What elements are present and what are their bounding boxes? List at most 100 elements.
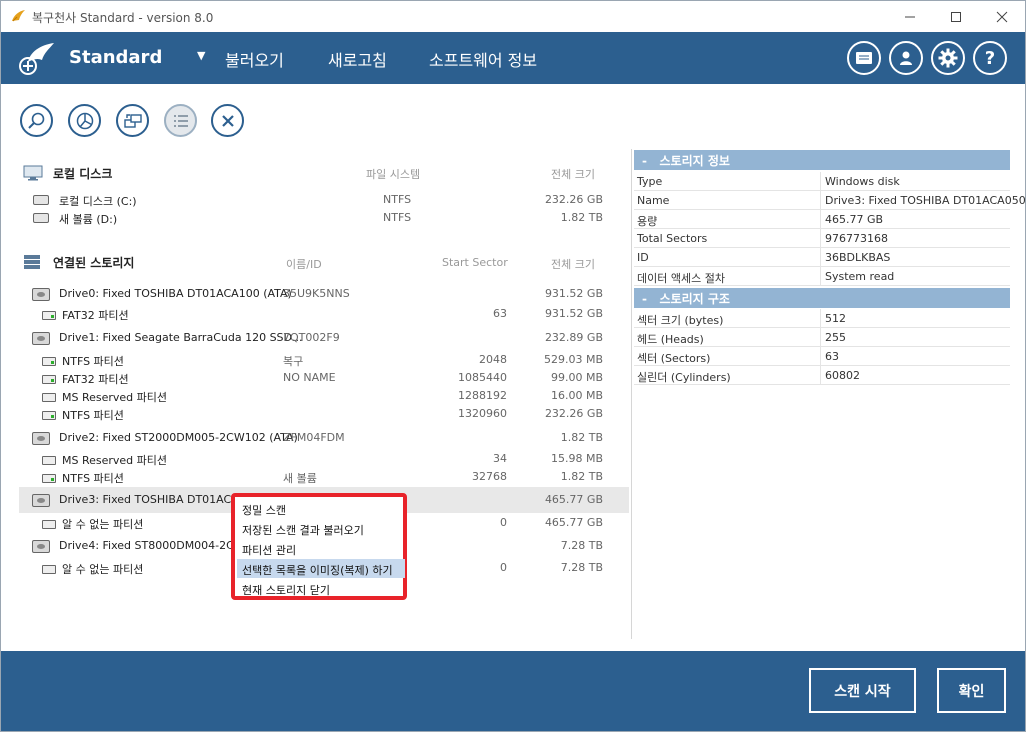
storage-structure-value: 63 [825, 350, 839, 363]
context-menu-item-label: 정밀 스캔 [242, 504, 286, 517]
context-menu: 정밀 스캔저장된 스캔 결과 불러오기 파티션 관리선택한 목록을 이미징(복제)… [231, 493, 407, 600]
footer-bar: 스캔 시작 확인 [1, 651, 1025, 731]
drive-row[interactable]: Drive2: Fixed ST2000DM005-2CW102 (ATA) ZF… [19, 429, 629, 447]
partition-icon [42, 565, 56, 574]
local-disk-name: 새 볼륨 (D:) [59, 213, 118, 226]
storage-info-value: Windows disk [825, 175, 900, 188]
column-divider [820, 229, 821, 248]
storage-structure-label: 스토리지 구조 [659, 292, 730, 306]
minimize-button[interactable] [887, 1, 933, 32]
account-button[interactable] [889, 41, 923, 75]
context-menu-item[interactable]: 정밀 스캔 [237, 499, 405, 518]
partition-name: NTFS 파티션 [62, 355, 124, 368]
close-window-button[interactable] [979, 1, 1025, 32]
local-disk-row[interactable]: 새 볼륨 (D:) NTFS 1.82 TB [19, 209, 629, 227]
start-scan-button[interactable]: 스캔 시작 [809, 668, 916, 713]
panel-divider [631, 149, 632, 639]
maximize-button[interactable] [933, 1, 979, 32]
partition-name: MS Reserved 파티션 [62, 391, 168, 404]
partition-row[interactable]: NTFS 파티션 새 볼륨 32768 1.82 TB [19, 468, 629, 486]
partition-row[interactable]: MS Reserved 파티션 1288192 16.00 MB [19, 387, 629, 405]
partition-toolbar-button[interactable] [68, 104, 101, 137]
context-menu-item[interactable]: 저장된 스캔 결과 불러오기 [237, 519, 405, 538]
start-sector: 0 [500, 561, 507, 574]
list-icon [173, 114, 188, 127]
storage-structure-value: 255 [825, 331, 846, 344]
hard-drive-icon [32, 332, 50, 345]
local-disk-title: 로컬 디스크 [53, 167, 113, 181]
drive-name: Drive1: Fixed Seagate BarraCuda 120 SSD.… [59, 331, 303, 344]
start-sector: 1085440 [458, 371, 507, 384]
storage-info-header[interactable]: - 스토리지 정보 [634, 150, 1010, 170]
local-disk-size: 232.26 GB [544, 193, 603, 206]
partition-icon [42, 375, 56, 384]
scan-toolbar-button[interactable] [20, 104, 53, 137]
settings-button[interactable] [931, 41, 965, 75]
storage-info-key: Type [637, 175, 663, 188]
menu-open[interactable]: 불러오기 [225, 47, 284, 71]
storage-structure-header[interactable]: - 스토리지 구조 [634, 288, 1010, 308]
partition-name: NTFS 파티션 [62, 472, 124, 485]
edition-dropdown-icon[interactable]: ▼ [197, 49, 205, 62]
storage-info-row: Name Drive3: Fixed TOSHIBA DT01ACA050 [634, 191, 1025, 210]
connected-storage-title: 연결된 스토리지 [53, 256, 135, 270]
context-menu-item[interactable]: 현재 스토리지 닫기 [237, 579, 405, 598]
storage-info-row: Total Sectors 976773168 [634, 229, 1010, 248]
column-divider [820, 172, 821, 191]
image-toolbar-button[interactable] [116, 104, 149, 137]
hard-drive-icon [32, 432, 50, 445]
ok-button[interactable]: 확인 [937, 668, 1006, 713]
monitor-icon [23, 165, 43, 181]
col-header-start-sector: Start Sector [442, 256, 508, 269]
total-size: 232.26 GB [544, 407, 603, 420]
partition-row[interactable]: NTFS 파티션 복구 2048 529.03 MB [19, 351, 629, 369]
storage-info-key: Name [637, 194, 670, 207]
storage-info-row: ID 36BDLKBAS [634, 248, 1010, 267]
partition-row[interactable]: NTFS 파티션 1320960 232.26 GB [19, 405, 629, 423]
col-header-id: 이름/ID [286, 258, 322, 271]
drive-row[interactable]: Drive1: Fixed Seagate BarraCuda 120 SSD.… [19, 329, 629, 347]
total-size: 1.82 TB [560, 470, 603, 483]
context-menu-item[interactable]: 선택한 목록을 이미징(복제) 하기 [237, 559, 405, 578]
context-menu-item-label: 선택한 목록을 이미징(복제) 하기 [242, 564, 393, 577]
storage-info-value: 36BDLKBAS [825, 251, 891, 264]
list-toolbar-button[interactable] [164, 104, 197, 137]
col-header-size: 전체 크기 [551, 168, 595, 181]
column-divider [820, 347, 821, 366]
start-sector: 1288192 [458, 389, 507, 402]
local-disk-size: 1.82 TB [560, 211, 603, 224]
storage-info-value: 465.77 GB [825, 213, 884, 226]
drive-row[interactable]: Drive0: Fixed TOSHIBA DT01ACA100 (ATA) 35… [19, 285, 629, 303]
col-header-total-size: 전체 크기 [551, 258, 595, 271]
app-header: Standard ▼ 불러오기 새로고침 소프트웨어 정보 ? [1, 32, 1025, 84]
partition-row[interactable]: FAT32 파티션 63 931.52 GB [19, 305, 629, 323]
start-sector: 1320960 [458, 407, 507, 420]
storage-structure-title: - 스토리지 구조 [642, 290, 730, 307]
column-divider [820, 191, 821, 210]
total-size: 15.98 MB [550, 452, 603, 465]
partition-icon [42, 520, 56, 529]
column-divider [820, 328, 821, 347]
storage-id: NO NAME [283, 371, 336, 384]
storage-structure-key: 섹터 크기 (bytes) [637, 314, 724, 327]
partition-name: 알 수 없는 파티션 [62, 563, 144, 576]
col-header-fs: 파일 시스템 [366, 168, 421, 181]
storage-info-key: Total Sectors [637, 232, 708, 245]
help-button[interactable]: ? [973, 41, 1007, 75]
angel-wing-icon [12, 10, 25, 22]
partition-row[interactable]: MS Reserved 파티션 34 15.98 MB [19, 450, 629, 468]
license-button[interactable] [847, 41, 881, 75]
disk-image-icon [123, 113, 142, 128]
local-disk-row[interactable]: 로컬 디스크 (C:) NTFS 232.26 GB [19, 191, 629, 209]
storage-info-title: - 스토리지 정보 [642, 152, 730, 169]
menu-software-info[interactable]: 소프트웨어 정보 [429, 47, 537, 71]
total-size: 7.28 TB [560, 561, 603, 574]
storage-structure-key: 섹터 (Sectors) [637, 352, 711, 365]
storage-info-key: 용량 [637, 215, 658, 228]
storage-id: ZFM04FDM [283, 431, 345, 444]
menu-refresh[interactable]: 새로고침 [328, 47, 387, 71]
partition-row[interactable]: FAT32 파티션 NO NAME 1085440 99.00 MB [19, 369, 629, 387]
search-icon [27, 112, 44, 129]
context-menu-item[interactable]: 파티션 관리 [237, 539, 405, 558]
close-storage-toolbar-button[interactable] [211, 104, 244, 137]
